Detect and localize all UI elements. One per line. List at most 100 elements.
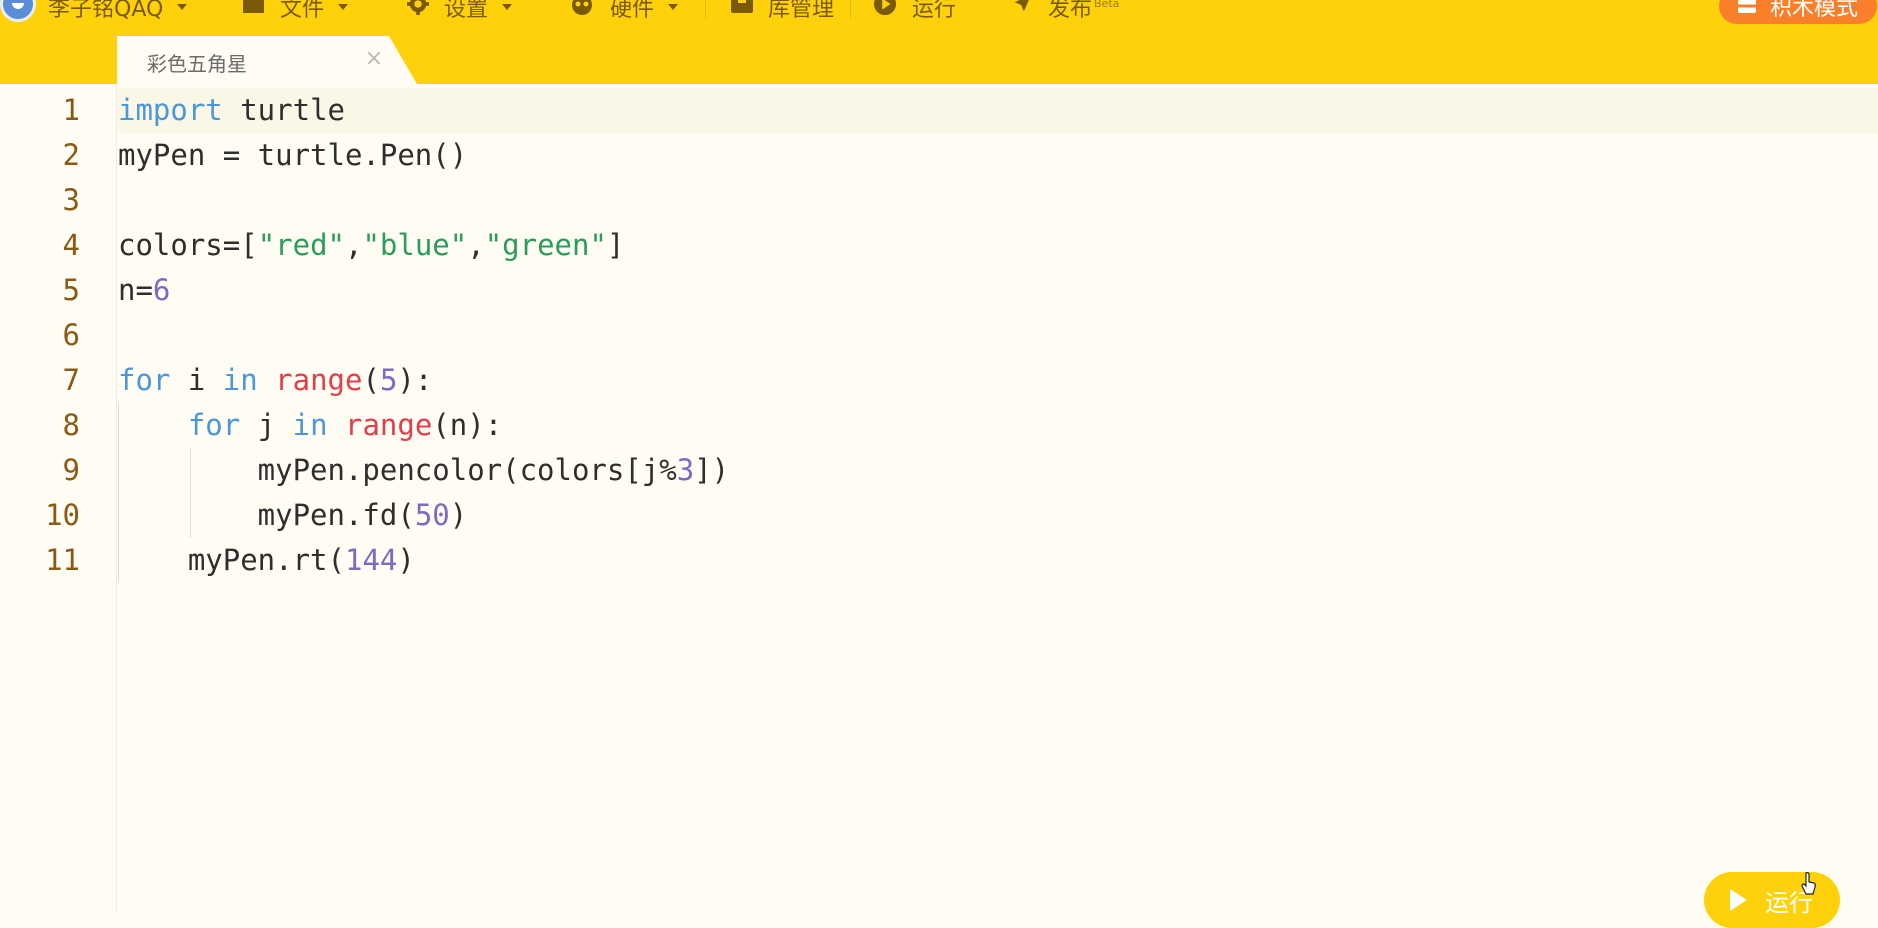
code-line[interactable]: myPen.pencolor(colors[j%3]) [118,448,729,493]
code-token: , [467,228,485,262]
code-line[interactable]: myPen = turtle.Pen() [118,133,729,178]
robot-icon [568,0,596,21]
run-button[interactable]: 运行 [1704,872,1840,928]
code-token: (n): [432,408,503,442]
rocket-icon [1010,0,1034,21]
gear-icon [406,0,430,21]
file-menu-label: 文件 [280,0,325,22]
chevron-down-icon [338,4,349,10]
settings-menu[interactable]: 设置 [406,0,513,22]
code-token: colors=[ [118,228,258,262]
code-token: ] [606,228,625,262]
code-token: "blue" [362,228,468,262]
beta-badge: Beta [1094,0,1120,10]
code-token: import [118,93,223,127]
line-number: 2 [62,138,80,172]
code-token: 3 [676,453,695,487]
blocks-icon [1737,0,1756,13]
play-circle-icon [872,0,898,22]
publish-menu[interactable]: 发布 Beta [1010,0,1120,22]
code-line[interactable]: import turtle [118,88,729,133]
code-token: ]) [694,453,730,487]
menu-bar: 李子铭QAQ 文件 设置 硬件 库管理 运行 发布 Beta 积木模式 [0,0,1878,24]
close-icon[interactable]: × [361,46,387,72]
line-number: 6 [62,318,80,352]
code-token: 6 [152,273,171,307]
code-token: in [222,363,258,397]
user-menu[interactable]: 李子铭QAQ [48,0,188,22]
code-token: 5 [379,363,398,397]
chevron-down-icon [668,4,679,10]
code-line[interactable]: for i in range(5): [118,358,729,403]
code-token: range [275,363,363,397]
line-number: 9 [62,453,80,487]
code-token: ) [449,498,468,532]
user-menu-label: 李子铭QAQ [48,0,164,22]
code-line[interactable]: colors=["red","blue","green"] [118,223,729,268]
library-menu[interactable]: 库管理 [730,0,835,22]
top-toolbar: 李子铭QAQ 文件 设置 硬件 库管理 运行 发布 Beta 积木模式 彩色五角… [0,0,1878,84]
run-menu-label: 运行 [912,0,957,22]
code-token: j [240,408,293,442]
code-token: "green" [484,228,607,262]
code-editor[interactable]: 1 2 3 4 5 6 7 8 9 10 11 import turtle myPen = turtl… [0,84,1878,913]
code-token: range [345,408,433,442]
user-avatar-icon[interactable] [0,0,36,22]
box-icon [730,0,754,20]
code-token: 50 [414,498,450,532]
code-token: , [345,228,363,262]
block-mode-button[interactable]: 积木模式 [1719,0,1877,24]
library-menu-label: 库管理 [768,0,835,22]
code-line[interactable]: myPen.rt(144) [118,538,729,583]
code-token: for [118,363,171,397]
code-line[interactable] [118,178,729,223]
code-line[interactable]: myPen.fd(50) [118,493,729,538]
publish-menu-label: 发布 [1048,0,1093,22]
line-number: 5 [62,273,80,307]
code-token: n= [118,273,153,307]
code-line[interactable] [118,313,729,358]
code-token: in [292,408,328,442]
code-token: for [187,408,241,442]
code-text[interactable]: import turtle myPen = turtle.Pen() colors=… [118,88,729,583]
line-number: 3 [62,183,80,217]
menu-divider [705,0,706,18]
block-mode-label: 积木模式 [1769,0,1858,21]
run-menu[interactable]: 运行 [872,0,957,22]
play-icon [1730,889,1747,911]
code-token: turtle [222,93,345,127]
code-token: "red" [257,228,345,262]
menu-divider [850,0,851,18]
code-token: myPen = turtle.Pen() [118,138,468,172]
line-number: 10 [45,498,80,532]
code-token: 144 [344,543,398,577]
hand-cursor-icon [1801,872,1816,895]
tab-title: 彩色五角星 [147,52,247,76]
code-line[interactable]: n=6 [118,268,729,313]
code-token: myPen.rt( [118,543,345,577]
line-number: 4 [62,228,80,262]
line-number: 11 [45,543,80,577]
code-token: i [170,363,223,397]
tab-file[interactable]: 彩色五角星 × [117,36,417,84]
folder-icon [242,0,266,20]
chevron-down-icon [502,4,513,10]
code-token: ): [397,363,433,397]
code-token: myPen.fd( [118,498,415,532]
line-number: 8 [62,408,80,442]
code-token: ) [397,543,415,577]
hardware-menu[interactable]: 硬件 [568,0,679,22]
settings-menu-label: 设置 [444,0,489,22]
hardware-menu-label: 硬件 [610,0,655,22]
code-line[interactable]: for j in range(n): [118,403,729,448]
code-token: ( [362,363,380,397]
line-number: 7 [62,363,80,397]
line-number: 1 [62,93,80,127]
code-token: myPen.pencolor(colors[j% [118,453,677,487]
line-numbers: 1 2 3 4 5 6 7 8 9 10 11 [0,88,80,583]
chevron-down-icon [177,4,188,10]
file-menu[interactable]: 文件 [242,0,349,22]
